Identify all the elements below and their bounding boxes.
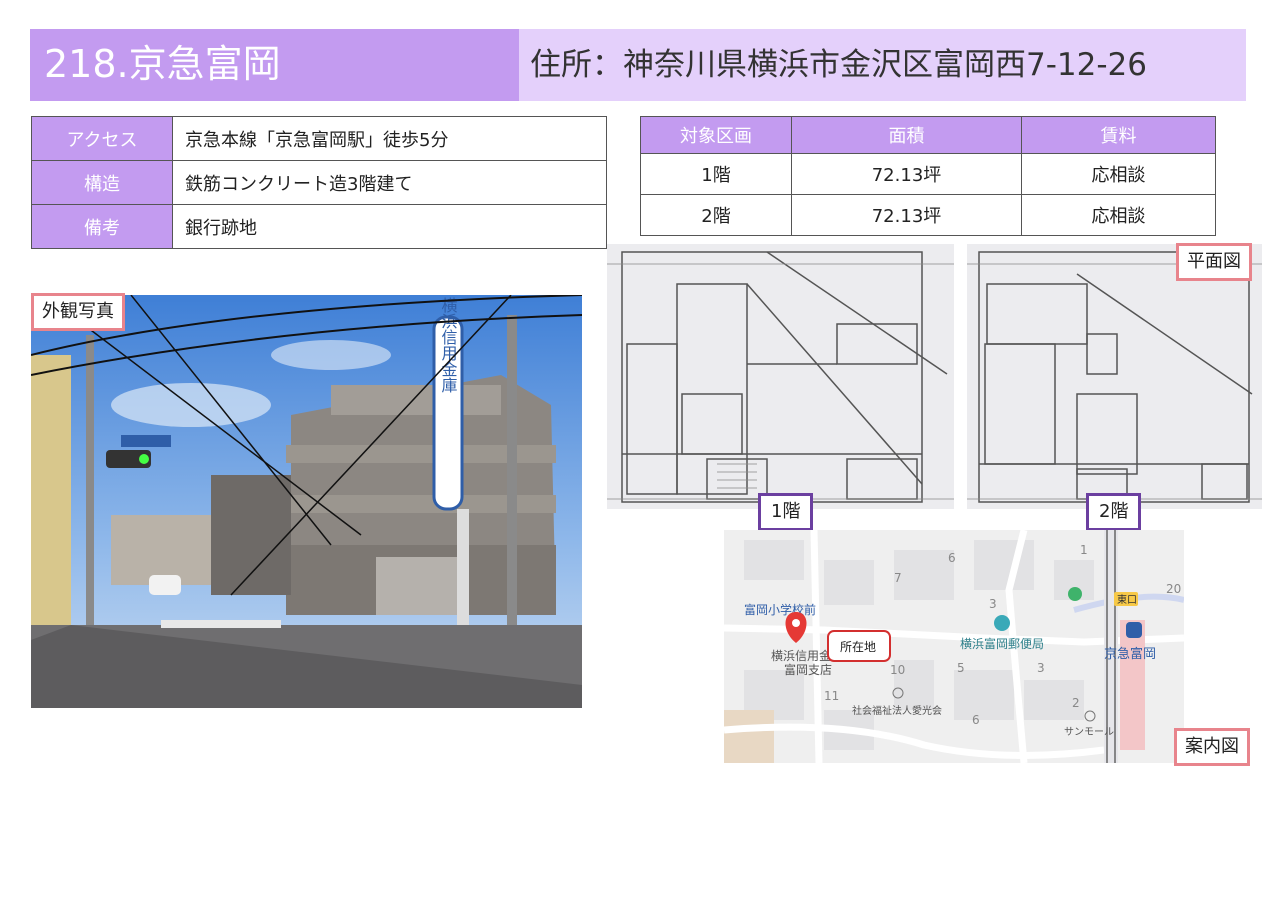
station-icon [1126,622,1142,638]
col-header-rent: 賃料 [1021,116,1216,154]
cell-rent: 応相談 [1021,153,1216,195]
map-label-school: 富岡小学校前 [744,602,816,617]
map-block-number: 20 [1166,582,1181,596]
info-value-access: 京急本線「京急富岡駅」徒歩5分 [172,116,607,161]
table-row: アクセス 京急本線「京急富岡駅」徒歩5分 [31,116,607,161]
info-key-structure: 構造 [31,160,173,205]
map-block-number: 1 [1080,543,1088,557]
map-block-number: 5 [957,661,965,675]
table-row: 1階 72.13坪 応相談 [640,153,1216,195]
post-office-icon [994,615,1010,631]
map-block-number: 11 [824,689,839,703]
map-block-number: 3 [1037,661,1045,675]
map-block-number: 6 [972,713,980,727]
map-label-east-exit: 東口 [1117,593,1137,606]
label-floor-2: 2階 [1086,493,1142,531]
map-label-branch: 富岡支店 [784,662,832,677]
table-row: 構造 鉄筋コンクリート造3階建て [31,160,607,205]
col-header-section: 対象区画 [640,116,792,154]
cell-area: 72.13坪 [791,153,1022,195]
label-map: 案内図 [1174,728,1250,766]
col-header-area: 面積 [791,116,1022,154]
label-floor-plan: 平面図 [1176,243,1252,281]
exterior-photo: 横浜信用金庫 [31,295,582,708]
info-value-structure: 鉄筋コンクリート造3階建て [172,160,607,205]
map-label-welfare: 社会福祉法人愛光会 [852,704,942,717]
map-block-number: 7 [894,571,902,585]
label-exterior-photo: 外観写真 [31,293,125,331]
bank-sign-text: 横浜信用金庫 [439,297,458,393]
cell-area: 72.13坪 [791,194,1022,236]
map-block-number: 3 [989,597,997,611]
map-label-post-office: 横浜富岡郵便局 [960,636,1044,651]
floor-plan-2f [967,244,1262,509]
map-block-number: 6 [948,551,956,565]
table-row: 備考 銀行跡地 [31,204,607,249]
floor-plan-1f [607,244,954,509]
map-block-number: 10 [890,663,905,677]
info-key-access: アクセス [31,116,173,161]
label-floor-1: 1階 [758,493,814,531]
cell-floor: 2階 [640,194,792,236]
info-value-notes: 銀行跡地 [172,204,607,249]
address-text: 住所：神奈川県横浜市金沢区富岡西7-12-26 [530,47,1147,83]
shop-icon [1068,587,1082,601]
map-label-station: 京急富岡 [1104,646,1156,662]
cell-floor: 1階 [640,153,792,195]
map-block-number: 2 [1072,696,1080,710]
map-label-location: 所在地 [840,640,876,654]
page-title: 218.京急富岡 [44,42,281,86]
info-key-notes: 備考 [31,204,173,249]
location-map: 6 7 1 20 3 10 5 3 11 6 2 富岡小学校前 横浜信用金庫 富… [724,530,1184,763]
floor-table: 対象区画 面積 賃料 1階 72.13坪 応相談 2階 72.13坪 応相談 [640,116,1216,236]
table-row: 2階 72.13坪 応相談 [640,194,1216,236]
cell-rent: 応相談 [1021,194,1216,236]
property-info-table: アクセス 京急本線「京急富岡駅」徒歩5分 構造 鉄筋コンクリート造3階建て 備考… [31,116,607,249]
table-header-row: 対象区画 面積 賃料 [640,116,1216,154]
map-label-mall: サンモール [1064,726,1114,738]
